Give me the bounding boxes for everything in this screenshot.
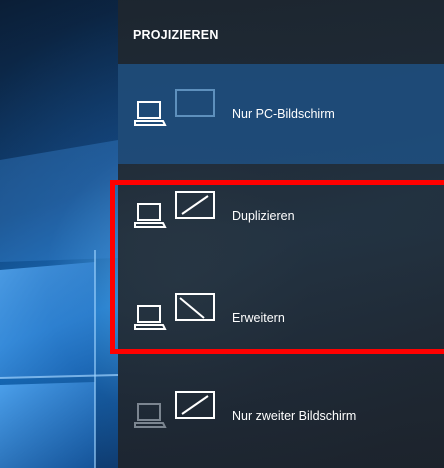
duplicate-icon [134, 191, 215, 228]
option-duplicate[interactable]: Duplizieren [118, 166, 444, 266]
option-label: Duplizieren [232, 209, 295, 223]
option-pc-screen-only[interactable]: Nur PC-Bildschirm [118, 64, 444, 164]
project-flyout: PROJIZIEREN Nur PC-Bildschirm Dupliziere… [118, 0, 444, 468]
pc-screen-only-icon [134, 89, 215, 126]
option-second-screen-only[interactable]: Nur zweiter Bildschirm [118, 366, 444, 466]
second-screen-only-icon [134, 391, 215, 428]
flyout-title: PROJIZIEREN [133, 28, 219, 42]
extend-icon [134, 293, 215, 330]
option-label: Nur PC-Bildschirm [232, 107, 335, 121]
option-label: Erweitern [232, 311, 285, 325]
option-extend[interactable]: Erweitern [118, 268, 444, 368]
option-label: Nur zweiter Bildschirm [232, 409, 357, 423]
